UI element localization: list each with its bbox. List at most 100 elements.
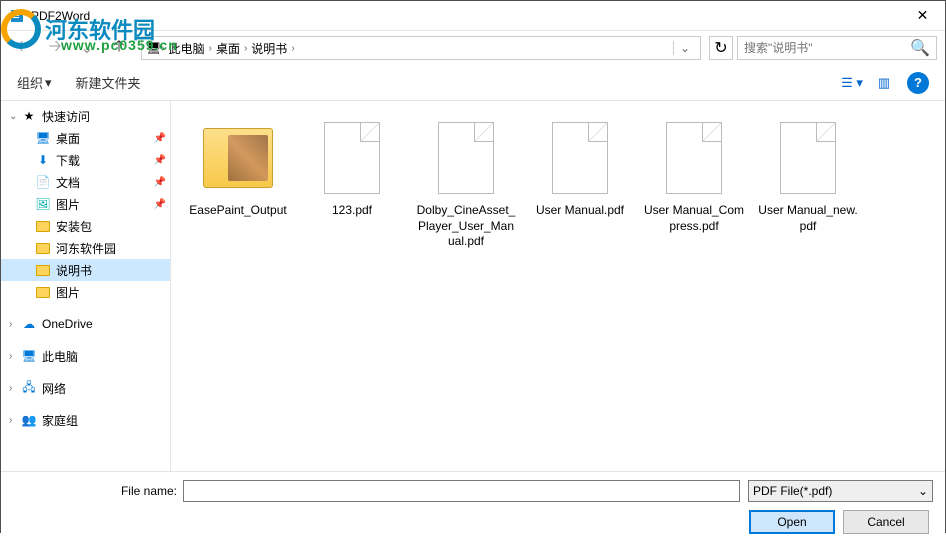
tree-homegroup[interactable]: › 👥 家庭组	[1, 409, 170, 431]
tree-label: 桌面	[56, 130, 80, 147]
file-type-value: PDF File(*.pdf)	[753, 484, 832, 498]
document-icon: 📄	[35, 174, 51, 190]
forward-button[interactable]: 🡢	[41, 34, 69, 62]
document-icon	[324, 122, 380, 194]
document-icon	[780, 122, 836, 194]
breadcrumb-item[interactable]: 说明书	[247, 40, 291, 57]
expand-icon[interactable]: ›	[9, 319, 21, 330]
breadcrumb-dropdown[interactable]: ⌄	[673, 41, 696, 55]
pc-icon: 🖥	[146, 41, 161, 55]
tree-label: 说明书	[56, 262, 92, 279]
main-area: ⌄ ★ 快速访问 🖥 桌面 📌 ⬇ 下载 📌 📄 文档 📌 🖼 图片 📌 安装包	[1, 101, 945, 471]
tree-this-pc[interactable]: › 🖥 此电脑	[1, 345, 170, 367]
file-item[interactable]: User Manual.pdf	[525, 113, 635, 254]
file-name: EasePaint_Output	[189, 203, 286, 219]
file-name: User Manual_new.pdf	[757, 203, 859, 234]
pin-icon: 📌	[154, 133, 166, 144]
recent-dropdown[interactable]: ⌄	[73, 34, 101, 62]
help-button[interactable]: ?	[907, 72, 929, 94]
chevron-down-icon: ▾	[45, 75, 52, 91]
file-item[interactable]: 123.pdf	[297, 113, 407, 254]
file-name: User Manual.pdf	[536, 203, 624, 219]
tree-desktop[interactable]: 🖥 桌面 📌	[1, 127, 170, 149]
breadcrumb[interactable]: 🖥 › 此电脑 › 桌面 › 说明书 › ⌄	[141, 36, 701, 60]
tree-label: 家庭组	[42, 412, 78, 429]
chevron-down-icon: ⌄	[918, 484, 928, 498]
file-item[interactable]: Dolby_CineAsset_Player_User_Manual.pdf	[411, 113, 521, 254]
star-icon: ★	[21, 108, 37, 124]
tree-install-pkg[interactable]: 安装包	[1, 215, 170, 237]
desktop-icon: 🖥	[35, 130, 51, 146]
pin-icon: 📌	[154, 155, 166, 166]
file-type-select[interactable]: PDF File(*.pdf) ⌄	[748, 480, 933, 502]
file-list[interactable]: EasePaint_Output 123.pdf Dolby_CineAsset…	[171, 101, 945, 471]
toolbar: 组织 ▾ 新建文件夹 ☰ ▾ ▥ ?	[1, 65, 945, 101]
tree-pictures[interactable]: 🖼 图片 📌	[1, 193, 170, 215]
document-icon	[666, 122, 722, 194]
tree-documents[interactable]: 📄 文档 📌	[1, 171, 170, 193]
organize-menu[interactable]: 组织 ▾	[17, 73, 52, 92]
view-mode-button[interactable]: ☰ ▾	[837, 72, 867, 94]
document-icon	[552, 122, 608, 194]
folder-icon	[35, 240, 51, 256]
organize-label: 组织	[17, 73, 43, 92]
expand-icon[interactable]: ›	[9, 351, 21, 362]
cloud-icon: ☁	[21, 316, 37, 332]
tree-label: OneDrive	[42, 317, 93, 331]
navbar: 🡠 🡢 ⌄ 🡡 🖥 › 此电脑 › 桌面 › 说明书 › ⌄ ↻ 🔍	[1, 31, 945, 65]
pin-icon: 📌	[154, 199, 166, 210]
breadcrumb-item[interactable]: 桌面	[212, 40, 244, 57]
document-icon	[438, 122, 494, 194]
refresh-button[interactable]: ↻	[709, 36, 733, 60]
pictures-icon: 🖼	[35, 196, 51, 212]
search-input-wrapper[interactable]: 🔍	[737, 36, 937, 60]
tree-hedong[interactable]: 河东软件园	[1, 237, 170, 259]
file-name-input[interactable]	[183, 480, 740, 502]
file-name: Dolby_CineAsset_Player_User_Manual.pdf	[415, 203, 517, 250]
new-folder-button[interactable]: 新建文件夹	[76, 73, 141, 92]
folder-icon	[35, 284, 51, 300]
tree-label: 此电脑	[42, 348, 78, 365]
file-item-folder[interactable]: EasePaint_Output	[183, 113, 293, 254]
tree-pictures2[interactable]: 图片	[1, 281, 170, 303]
tree-label: 安装包	[56, 218, 92, 235]
open-button[interactable]: Open	[749, 510, 835, 534]
preview-pane-button[interactable]: ▥	[869, 72, 899, 94]
folder-icon	[203, 128, 273, 188]
file-item[interactable]: User Manual_Compress.pdf	[639, 113, 749, 254]
close-button[interactable]: ✕	[900, 1, 945, 31]
collapse-icon[interactable]: ⌄	[9, 111, 21, 122]
cancel-button[interactable]: Cancel	[843, 510, 929, 534]
window-title: PDF2Word	[31, 9, 900, 23]
chevron-right-icon: ›	[291, 43, 294, 54]
tree-shuomingshu[interactable]: 说明书	[1, 259, 170, 281]
file-name: 123.pdf	[332, 203, 372, 219]
tree-label: 网络	[42, 380, 66, 397]
up-button[interactable]: 🡡	[105, 34, 133, 62]
bottom-panel: File name: PDF File(*.pdf) ⌄ Open Cancel	[1, 471, 945, 542]
folder-icon	[35, 218, 51, 234]
pc-icon: 🖥	[21, 348, 37, 364]
tree-quick-access[interactable]: ⌄ ★ 快速访问	[1, 105, 170, 127]
tree-label: 下载	[56, 152, 80, 169]
expand-icon[interactable]: ›	[9, 415, 21, 426]
sidebar: ⌄ ★ 快速访问 🖥 桌面 📌 ⬇ 下载 📌 📄 文档 📌 🖼 图片 📌 安装包	[1, 101, 171, 471]
tree-label: 图片	[56, 284, 80, 301]
tree-downloads[interactable]: ⬇ 下载 📌	[1, 149, 170, 171]
pin-icon: 📌	[154, 177, 166, 188]
file-item[interactable]: User Manual_new.pdf	[753, 113, 863, 254]
tree-label: 文档	[56, 174, 80, 191]
folder-icon	[35, 262, 51, 278]
back-button[interactable]: 🡠	[9, 34, 37, 62]
search-input[interactable]	[744, 41, 910, 55]
file-name: User Manual_Compress.pdf	[643, 203, 745, 234]
expand-icon[interactable]: ›	[9, 383, 21, 394]
tree-label: 河东软件园	[56, 240, 116, 257]
download-icon: ⬇	[35, 152, 51, 168]
search-icon[interactable]: 🔍	[910, 38, 930, 58]
breadcrumb-item[interactable]: 此电脑	[165, 40, 209, 57]
tree-onedrive[interactable]: › ☁ OneDrive	[1, 313, 170, 335]
tree-network[interactable]: › 🖧 网络	[1, 377, 170, 399]
tree-label: 图片	[56, 196, 80, 213]
app-icon	[9, 8, 25, 24]
